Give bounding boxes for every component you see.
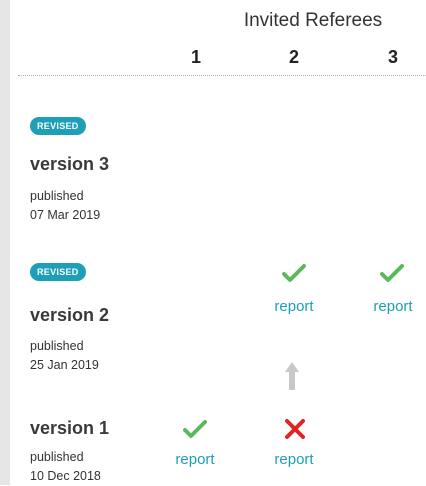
referee-column-1: 1	[190, 47, 201, 67]
revised-badge: REVISED	[30, 263, 86, 281]
check-icon	[183, 420, 207, 438]
referee-column-3: 3	[387, 47, 398, 67]
report-link[interactable]: report	[259, 298, 329, 315]
version-2-date: 25 Jan 2019	[30, 358, 99, 372]
version-1-published-label: published	[30, 450, 84, 464]
up-arrow-icon	[285, 362, 299, 390]
version-2-title[interactable]: version 2	[30, 305, 109, 326]
version-1-date: 10 Dec 2018	[30, 469, 101, 483]
revised-badge: REVISED	[30, 117, 86, 135]
header-divider	[18, 75, 426, 76]
cross-icon	[285, 419, 305, 439]
version-3-date: 07 Mar 2019	[30, 208, 101, 222]
invited-referees-heading: Invited Referees	[243, 10, 383, 31]
referee-column-2: 2	[288, 47, 299, 67]
version-1-title[interactable]: version 1	[30, 418, 109, 439]
left-rule	[0, 0, 10, 485]
version-2-published-label: published	[30, 339, 84, 353]
report-link[interactable]: report	[358, 298, 426, 315]
check-icon	[380, 264, 404, 282]
check-icon	[282, 264, 306, 282]
version-3-title[interactable]: version 3	[30, 154, 109, 175]
version-3-published-label: published	[30, 189, 84, 203]
report-link[interactable]: report	[259, 451, 329, 468]
report-link[interactable]: report	[160, 451, 230, 468]
